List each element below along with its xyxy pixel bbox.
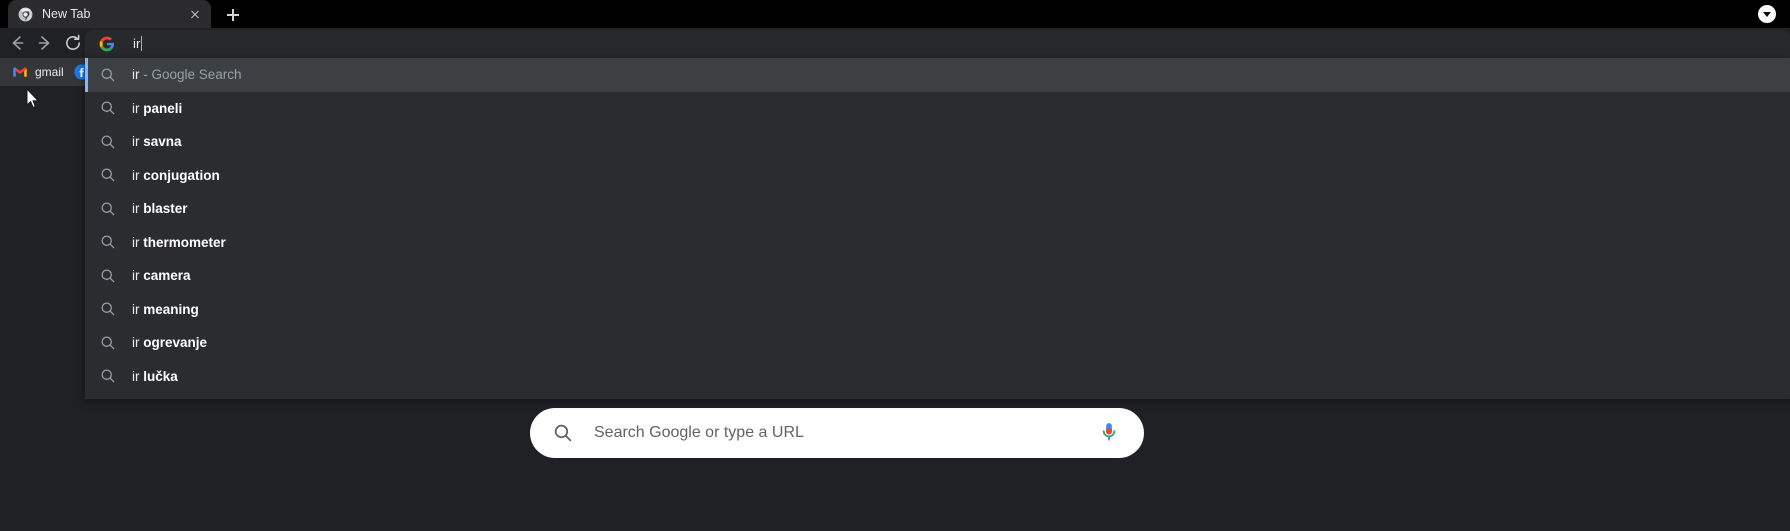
ntp-search-placeholder: Search Google or type a URL xyxy=(594,424,804,441)
suggestion-text: ir savna xyxy=(132,134,182,149)
suggestion-completion-part: thermometer xyxy=(139,234,226,250)
new-tab-button[interactable] xyxy=(221,3,245,27)
browser-tab[interactable]: New Tab xyxy=(8,0,211,28)
suggestion-completion-part: savna xyxy=(139,134,182,150)
suggestion-typed-part: ir xyxy=(132,335,140,351)
suggestion-completion-part: camera xyxy=(139,268,191,284)
suggestion-description: - Google Search xyxy=(139,67,242,83)
suggestion-item[interactable]: ir lučka xyxy=(85,360,1790,394)
search-icon xyxy=(99,267,117,285)
suggestion-text: ir camera xyxy=(132,268,191,283)
omnibox[interactable]: ir xyxy=(85,30,1790,58)
suggestion-typed-part: ir xyxy=(132,134,140,150)
suggestion-typed-part: ir xyxy=(132,67,140,83)
close-icon[interactable] xyxy=(187,6,203,22)
tab-title: New Tab xyxy=(42,7,91,21)
suggestion-completion-part: meaning xyxy=(139,301,199,317)
gmail-icon xyxy=(12,64,28,80)
omnibox-popup: ir ir - Google Search ir paneli ir savna ir… xyxy=(85,30,1790,399)
tab-strip: New Tab xyxy=(0,0,1790,28)
search-icon xyxy=(99,166,117,184)
search-icon xyxy=(99,367,117,385)
back-button[interactable] xyxy=(4,30,30,56)
chevron-down-icon[interactable] xyxy=(1758,5,1776,23)
suggestion-typed-part: ir xyxy=(132,167,140,183)
text-caret xyxy=(141,36,143,51)
suggestion-typed-part: ir xyxy=(132,268,140,284)
search-icon xyxy=(99,233,117,251)
suggestion-text: ir conjugation xyxy=(132,168,220,183)
suggestion-text: ir blaster xyxy=(132,201,188,216)
mouse-pointer-icon xyxy=(26,87,40,110)
search-icon xyxy=(99,300,117,318)
suggestion-item[interactable]: ir camera xyxy=(85,259,1790,293)
suggestion-text: ir paneli xyxy=(132,101,182,116)
suggestion-typed-part: ir xyxy=(132,100,140,116)
bookmark-label: gmail xyxy=(35,65,64,79)
suggestion-item[interactable]: ir meaning xyxy=(85,293,1790,327)
chrome-favicon-icon xyxy=(18,7,33,22)
suggestion-completion-part: paneli xyxy=(139,100,183,116)
omnibox-value: ir xyxy=(133,36,141,51)
suggestions-dropdown: ir - Google Search ir paneli ir savna ir co… xyxy=(85,58,1790,399)
search-icon xyxy=(99,99,117,117)
reload-button[interactable] xyxy=(60,30,86,56)
search-icon xyxy=(99,133,117,151)
suggestion-completion-part: blaster xyxy=(139,201,188,217)
suggestion-item[interactable]: ir savna xyxy=(85,125,1790,159)
search-icon xyxy=(552,422,574,444)
suggestion-text: ir thermometer xyxy=(132,235,226,250)
reload-icon xyxy=(66,34,80,51)
suggestion-completion-part: conjugation xyxy=(139,167,220,183)
suggestion-typed-part: ir xyxy=(132,368,140,384)
suggestion-text: ir lučka xyxy=(132,369,178,384)
ntp-search-box[interactable]: Search Google or type a URL xyxy=(530,408,1144,458)
suggestion-typed-part: ir xyxy=(132,201,140,217)
suggestion-text: ir - Google Search xyxy=(132,67,242,82)
bookmark-item-gmail[interactable]: gmail xyxy=(6,61,70,83)
suggestion-completion-part: ogrevanje xyxy=(139,335,208,351)
search-icon xyxy=(99,334,117,352)
suggestion-item[interactable]: ir thermometer xyxy=(85,226,1790,260)
suggestion-text: ir meaning xyxy=(132,302,199,317)
arrow-left-icon xyxy=(12,36,24,50)
suggestion-item[interactable]: ir blaster xyxy=(85,192,1790,226)
search-icon xyxy=(99,200,117,218)
arrow-right-icon xyxy=(38,36,50,50)
microphone-icon[interactable] xyxy=(1098,420,1120,446)
browser-window: New Tab gmail Search Google or type a UR… xyxy=(0,0,1790,531)
omnibox-text: ir xyxy=(115,35,143,53)
suggestion-typed-part: ir xyxy=(132,301,140,317)
suggestion-completion-part: lučka xyxy=(139,368,178,384)
google-g-icon xyxy=(99,36,115,52)
suggestion-typed-part: ir xyxy=(132,234,140,250)
suggestion-item[interactable]: ir paneli xyxy=(85,92,1790,126)
suggestion-item[interactable]: ir ogrevanje xyxy=(85,326,1790,360)
suggestion-item[interactable]: ir - Google Search xyxy=(85,58,1790,92)
search-icon xyxy=(99,66,117,84)
forward-button[interactable] xyxy=(32,30,58,56)
suggestion-text: ir ogrevanje xyxy=(132,335,207,350)
suggestion-item[interactable]: ir conjugation xyxy=(85,159,1790,193)
